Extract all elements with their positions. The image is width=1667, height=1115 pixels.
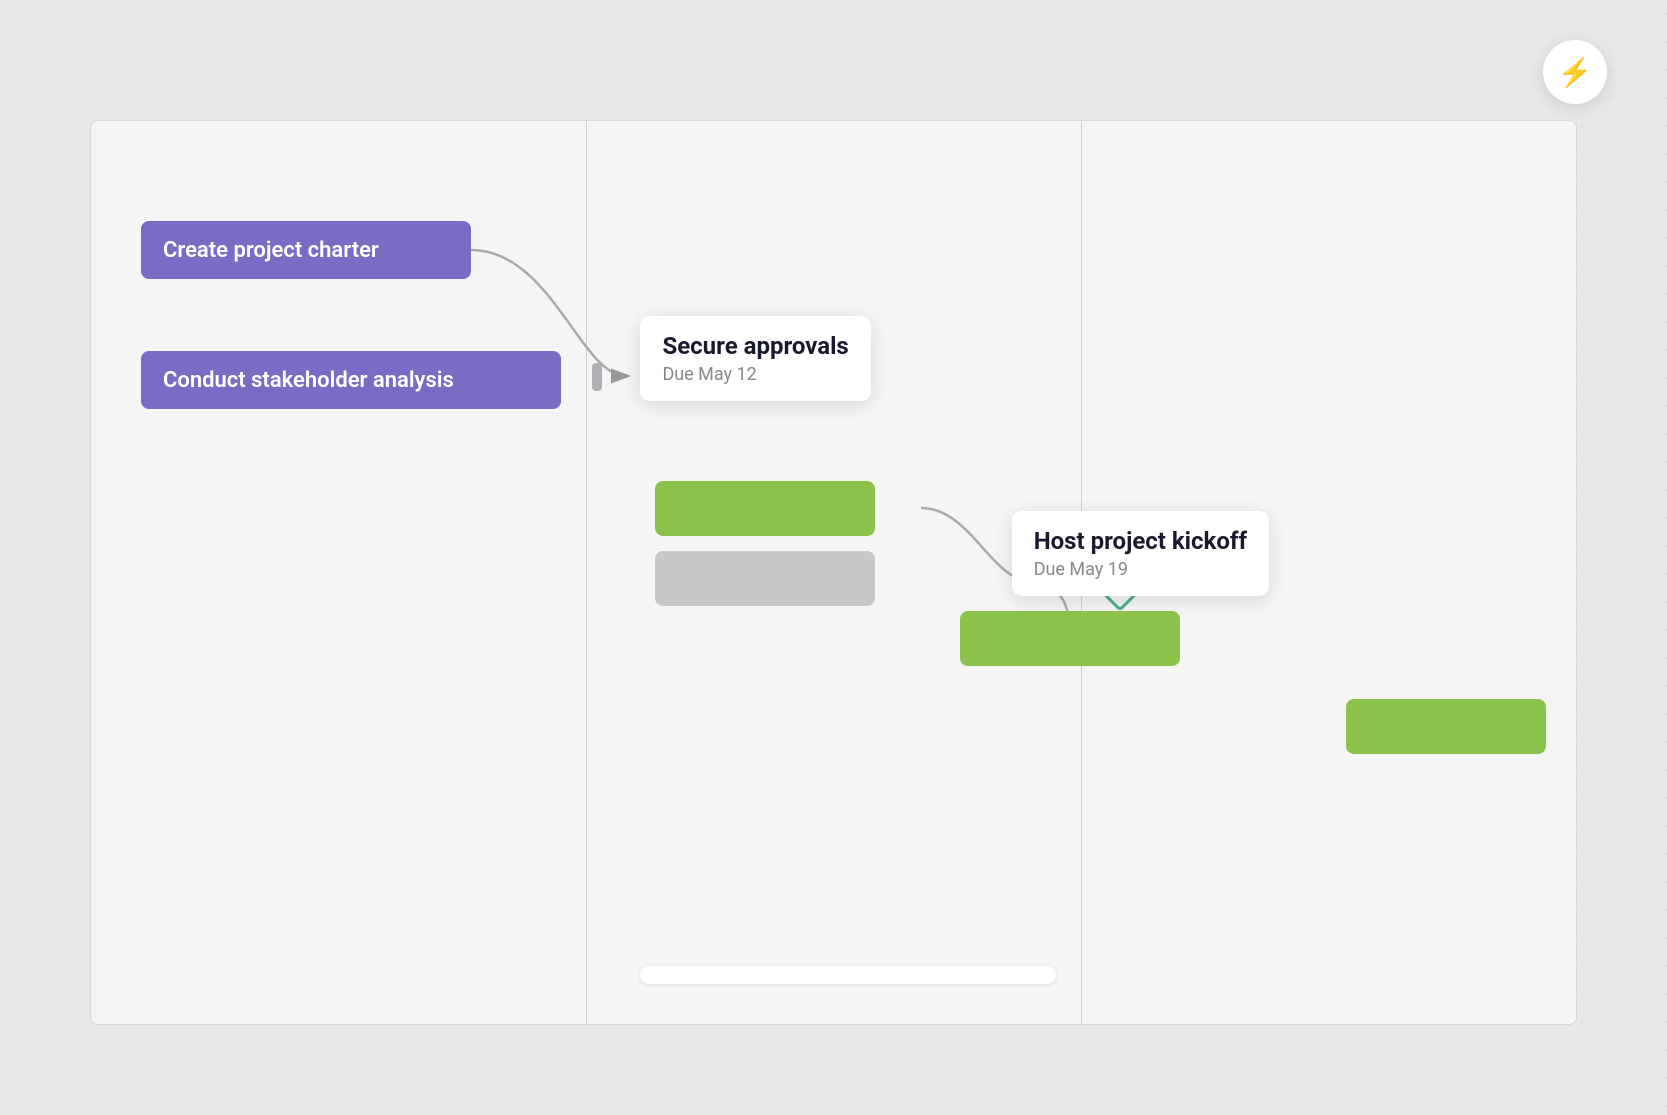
task-bar-green-1[interactable] [655, 481, 875, 536]
column-divider-1 [586, 121, 588, 1024]
tooltip-kickoff-title: Host project kickoff [1034, 527, 1247, 555]
connector-pin-secure [592, 363, 602, 391]
task-create-charter-label: Create project charter [163, 238, 379, 263]
tooltip-host-kickoff: Host project kickoff Due May 19 [1012, 511, 1269, 596]
task-bar-green-2[interactable] [960, 611, 1180, 666]
tooltip-secure-approvals: Secure approvals Due May 12 [640, 316, 870, 401]
task-conduct-label: Conduct stakeholder analysis [163, 368, 454, 393]
tooltip-secure-title: Secure approvals [662, 332, 848, 360]
tooltip-secure-due: Due May 12 [662, 364, 848, 385]
task-bar-green-3[interactable] [1346, 699, 1546, 754]
task-create-charter[interactable]: Create project charter [141, 221, 471, 279]
lightning-icon: ⚡ [1558, 56, 1593, 89]
scrollbar-track [640, 966, 1056, 984]
task-conduct-stakeholder[interactable]: Conduct stakeholder analysis [141, 351, 561, 409]
gantt-chart: Create project charter Conduct stakehold… [90, 120, 1577, 1025]
lightning-action-button[interactable]: ⚡ [1543, 40, 1607, 104]
task-bar-gray-1[interactable] [655, 551, 875, 606]
tooltip-kickoff-due: Due May 19 [1034, 559, 1247, 580]
scrollbar-thumb[interactable] [640, 966, 1056, 984]
